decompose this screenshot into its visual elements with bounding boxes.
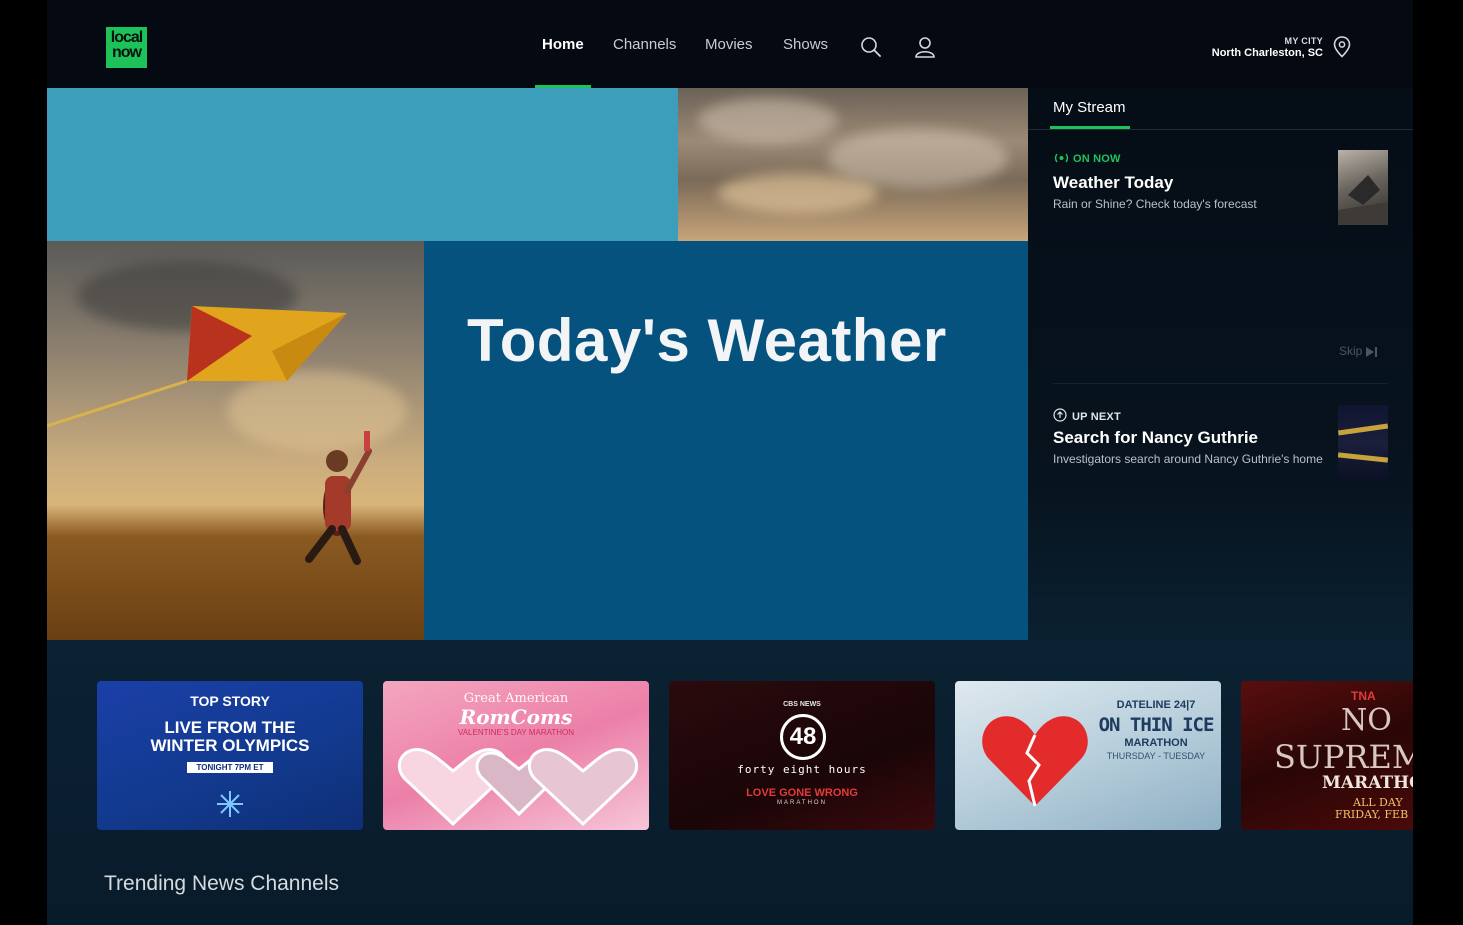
featured-card-48-hours[interactable]: CBS NEWS 48 forty eight hours LOVE GONE … — [669, 681, 935, 830]
featured-card-dateline[interactable]: DATELINE 24|7 ON THIN ICE MARATHON THURS… — [955, 681, 1221, 830]
my-stream-panel: My Stream ON NOW Weather Today Rain or S… — [1028, 88, 1413, 640]
up-next-thumbnail — [1338, 405, 1388, 480]
my-city-value: North Charleston, SC — [1211, 47, 1323, 59]
location-pin-icon[interactable] — [1333, 36, 1351, 58]
hero-banner[interactable]: Today's Weather — [47, 88, 1028, 640]
divider — [1028, 129, 1413, 130]
up-arrow-circle-icon — [1053, 408, 1067, 422]
skip-button[interactable]: Skip — [1339, 344, 1378, 358]
hero-sky-image — [678, 88, 1028, 241]
app-window: local now Home Channels Movies Shows MY … — [47, 0, 1413, 925]
top-navigation-bar: local now Home Channels Movies Shows MY … — [47, 0, 1413, 88]
featured-row: TOP STORY LIVE FROM THE WINTER OLYMPICS … — [47, 640, 1413, 925]
featured-card-romcoms[interactable]: Great American RomComs VALENTINE'S DAY M… — [383, 681, 649, 830]
up-next-description: Investigators search around Nancy Guthri… — [1053, 452, 1323, 466]
hero-teal-panel — [47, 88, 678, 241]
featured-card-tna[interactable]: TNA NO SUPREMI MARATHO ALL DAY FRIDAY, F… — [1241, 681, 1413, 830]
kite-illustration — [47, 306, 372, 565]
local-now-logo[interactable]: local now — [106, 27, 147, 68]
up-next-badge: UP NEXT — [1053, 408, 1121, 423]
hero-title: Today's Weather — [467, 307, 947, 374]
trending-news-channels-heading: Trending News Channels — [104, 872, 340, 895]
broken-heart-image — [982, 716, 1088, 807]
on-now-thumbnail — [1338, 150, 1388, 225]
live-broadcast-icon — [1054, 153, 1069, 163]
nav-movies[interactable]: Movies — [705, 36, 753, 53]
nav-home[interactable]: Home — [542, 36, 584, 53]
divider — [1053, 383, 1388, 384]
on-now-badge: ON NOW — [1053, 153, 1121, 165]
tab-my-stream[interactable]: My Stream — [1053, 99, 1126, 116]
up-next-title: Search for Nancy Guthrie — [1053, 428, 1259, 447]
user-icon[interactable] — [914, 36, 936, 58]
on-now-description: Rain or Shine? Check today's forecast — [1053, 197, 1257, 211]
nav-shows[interactable]: Shows — [783, 36, 828, 53]
my-city-label: MY CITY — [1284, 36, 1323, 46]
nav-channels[interactable]: Channels — [613, 36, 676, 53]
search-icon[interactable] — [860, 36, 882, 58]
hero-kite-photo — [47, 241, 424, 640]
featured-card-olympics[interactable]: TOP STORY LIVE FROM THE WINTER OLYMPICS … — [97, 681, 363, 830]
my-city-location[interactable]: MY CITY North Charleston, SC — [1212, 36, 1323, 59]
skip-next-icon — [1366, 346, 1375, 357]
heart-photos — [398, 748, 638, 827]
snowflake-icon — [217, 791, 243, 817]
on-now-title: Weather Today — [1053, 173, 1174, 192]
